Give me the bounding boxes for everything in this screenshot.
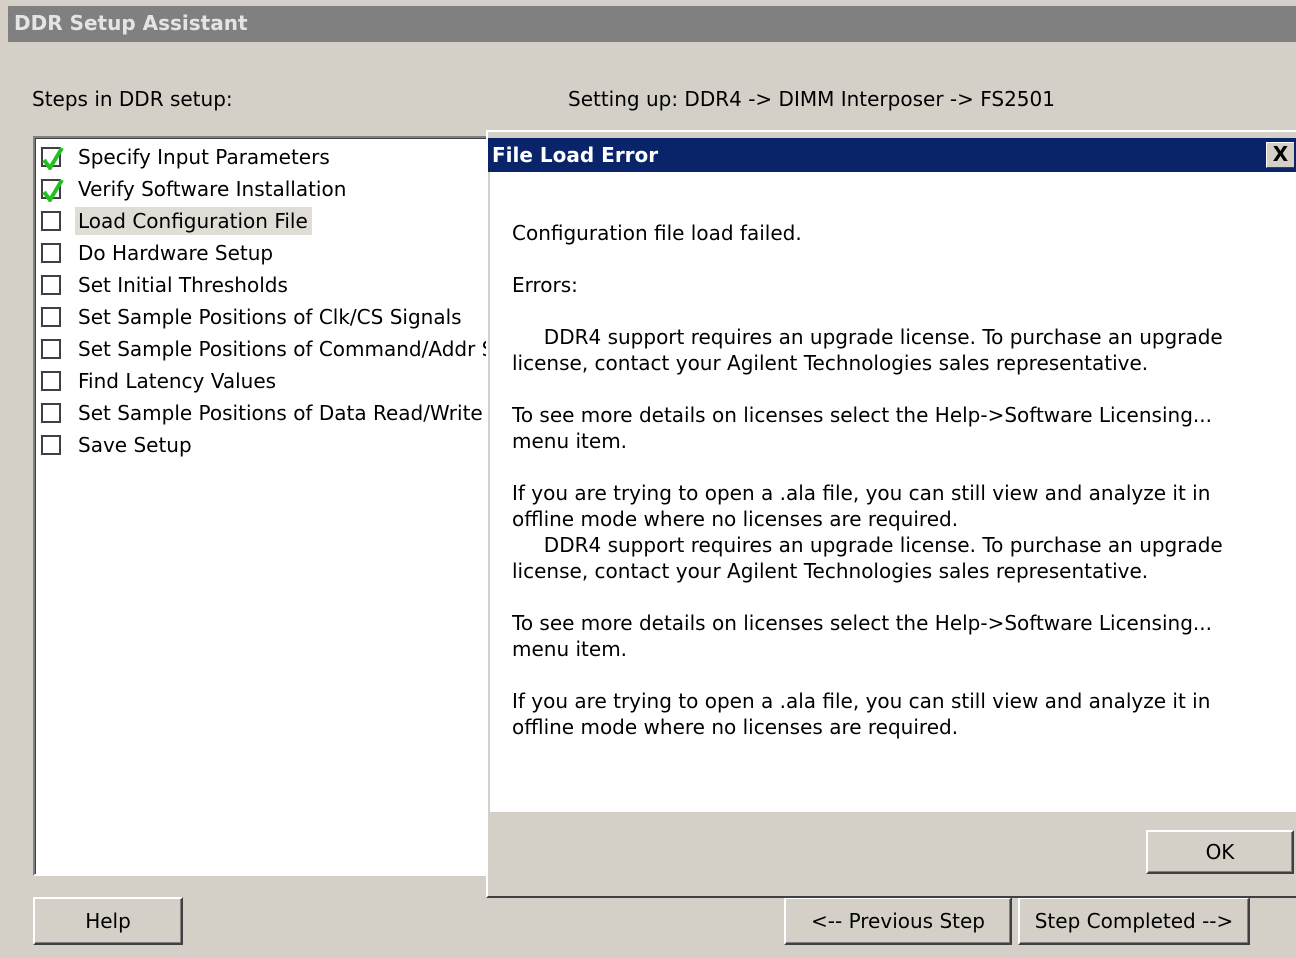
step-label: Set Sample Positions of Data Read/Write — [78, 401, 483, 425]
steps-label: Steps in DDR setup: — [32, 87, 233, 111]
step-label: Load Configuration File — [75, 207, 312, 235]
step-item[interactable]: Specify Input Parameters — [41, 142, 334, 172]
step-item[interactable]: Load Configuration File — [41, 206, 312, 236]
previous-step-button[interactable]: <-- Previous Step — [784, 897, 1012, 945]
step-checkbox[interactable] — [41, 371, 61, 391]
close-icon[interactable]: X — [1266, 142, 1294, 168]
step-item[interactable]: Set Sample Positions of Command/Addr Sig — [41, 334, 493, 364]
step-item[interactable]: Set Sample Positions of Clk/CS Signals — [41, 302, 466, 332]
message-license: DDR4 support requires an upgrade license… — [512, 325, 1230, 375]
dialog-message-area: Configuration file load failed. Errors: … — [490, 172, 1296, 812]
ddr-setup-window: DDR Setup Assistant Steps in DDR setup: … — [0, 0, 1296, 958]
help-button[interactable]: Help — [33, 897, 183, 945]
setup-path-label: Setting up: DDR4 -> DIMM Interposer -> F… — [568, 87, 1055, 111]
step-checkbox[interactable] — [41, 178, 64, 202]
step-item[interactable]: Set Initial Thresholds — [41, 270, 292, 300]
step-checkbox[interactable] — [41, 211, 61, 231]
step-label: Set Sample Positions of Command/Addr Sig — [78, 337, 493, 361]
step-label: Specify Input Parameters — [78, 145, 330, 169]
step-item[interactable]: Set Sample Positions of Data Read/Write — [41, 398, 487, 428]
step-label: Set Initial Thresholds — [78, 273, 288, 297]
step-checkbox[interactable] — [41, 307, 61, 327]
step-checkbox[interactable] — [41, 275, 61, 295]
checkmark-icon — [42, 146, 64, 170]
step-item[interactable]: Save Setup — [41, 430, 196, 460]
steps-list[interactable]: Specify Input Parameters Verify Software… — [33, 136, 493, 876]
step-label: Save Setup — [78, 433, 192, 457]
step-label: Do Hardware Setup — [78, 241, 274, 265]
step-checkbox[interactable] — [41, 243, 61, 263]
message-details: To see more details on licenses select t… — [512, 403, 1219, 453]
message-errors-header: Errors: — [512, 273, 578, 297]
file-load-error-dialog: File Load Error X Configuration file loa… — [486, 130, 1296, 898]
step-checkbox[interactable] — [41, 339, 61, 359]
step-item[interactable]: Do Hardware Setup — [41, 238, 277, 268]
step-label: Verify Software Installation — [78, 177, 347, 201]
dialog-titlebar[interactable]: File Load Error X — [488, 138, 1296, 172]
message-failed: Configuration file load failed. — [512, 221, 802, 245]
step-completed-button[interactable]: Step Completed --> — [1018, 897, 1250, 945]
step-item[interactable]: Verify Software Installation — [41, 174, 350, 204]
step-label: Find Latency Values — [78, 369, 277, 393]
message-offline: If you are trying to open a .ala file, y… — [512, 481, 1217, 531]
message-license: DDR4 support requires an upgrade license… — [512, 533, 1230, 583]
checkmark-icon — [42, 178, 64, 202]
dialog-title: File Load Error — [492, 143, 659, 167]
ok-button[interactable]: OK — [1146, 830, 1294, 874]
step-checkbox[interactable] — [41, 435, 61, 455]
step-checkbox[interactable] — [41, 403, 61, 423]
step-label: Set Sample Positions of Clk/CS Signals — [78, 305, 462, 329]
window-title: DDR Setup Assistant — [8, 6, 1296, 42]
message-details: To see more details on licenses select t… — [512, 611, 1219, 661]
step-checkbox[interactable] — [41, 146, 64, 170]
message-offline: If you are trying to open a .ala file, y… — [512, 689, 1217, 739]
step-item[interactable]: Find Latency Values — [41, 366, 280, 396]
